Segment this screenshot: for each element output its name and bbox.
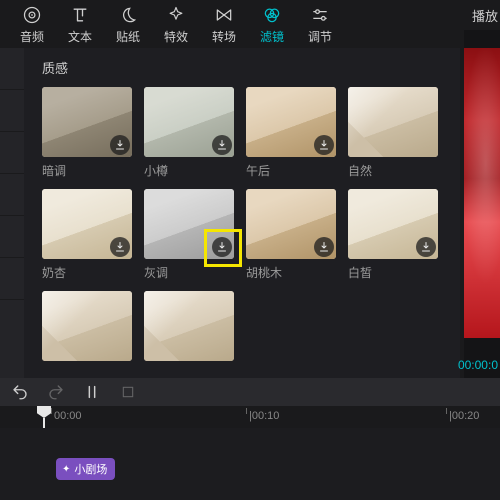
preview-header: 播放 xyxy=(464,0,500,30)
tab-sticker[interactable]: 贴纸 xyxy=(104,4,152,45)
rail-slot[interactable] xyxy=(0,216,24,258)
filter-thumb xyxy=(144,189,234,259)
timeline-ruler[interactable]: 00:00 |00:10 |00:20 xyxy=(0,406,500,428)
filter-thumb xyxy=(42,291,132,361)
category-rail xyxy=(0,48,24,378)
filter-label: 胡桃木 xyxy=(246,264,336,281)
split-button[interactable] xyxy=(82,382,102,402)
crop-button[interactable] xyxy=(118,382,138,402)
tab-label: 音频 xyxy=(20,28,44,45)
redo-button[interactable] xyxy=(46,382,66,402)
filter-rings-icon xyxy=(261,4,283,26)
timeline-toolbar xyxy=(0,378,500,406)
sliders-icon xyxy=(309,4,331,26)
clip-label: 小剧场 xyxy=(74,461,107,477)
download-icon[interactable] xyxy=(416,237,436,257)
download-icon[interactable] xyxy=(212,135,232,155)
filter-label: 午后 xyxy=(246,162,336,179)
filter-thumb xyxy=(348,87,438,157)
filter-item-xiaozun[interactable]: 小樽 xyxy=(144,87,234,179)
ruler-tick: 00:00 xyxy=(54,410,82,422)
section-title: 质感 xyxy=(42,58,448,77)
preview-pane: 播放 00:00:0 xyxy=(464,0,500,378)
filter-item-naixing[interactable]: 奶杏 xyxy=(42,189,132,281)
download-icon[interactable] xyxy=(314,135,334,155)
ruler-tick: |00:20 xyxy=(449,410,479,422)
filter-label: 自然 xyxy=(348,162,438,179)
bowtie-icon xyxy=(213,4,235,26)
moon-icon xyxy=(117,4,139,26)
tab-text[interactable]: 文本 xyxy=(56,4,104,45)
audio-icon xyxy=(21,4,43,26)
sparkle-icon xyxy=(165,4,187,26)
filter-item-baixi[interactable]: 白皙 xyxy=(348,189,438,281)
tab-audio[interactable]: 音频 xyxy=(8,4,56,45)
filter-label: 灰调 xyxy=(144,264,234,281)
preview-time: 00:00:0 xyxy=(458,358,498,372)
download-icon[interactable] xyxy=(212,237,232,257)
filter-thumb xyxy=(246,87,336,157)
tab-transition[interactable]: 转场 xyxy=(200,4,248,45)
sparkle-icon: ✦ xyxy=(62,464,70,475)
tab-label: 贴纸 xyxy=(116,28,140,45)
rail-slot[interactable] xyxy=(0,258,24,300)
timeline-clip[interactable]: ✦ 小剧场 xyxy=(56,458,115,480)
filter-label: 暗调 xyxy=(42,162,132,179)
filter-panel: 质感 暗调 小樽 午后 自然 奶杏 xyxy=(24,48,460,378)
filter-item-wuhou[interactable]: 午后 xyxy=(246,87,336,179)
tab-adjust[interactable]: 调节 xyxy=(296,4,344,45)
rail-slot[interactable] xyxy=(0,132,24,174)
filter-item-ziran[interactable]: 自然 xyxy=(348,87,438,179)
tab-label: 文本 xyxy=(68,28,92,45)
top-tabs: 音频 文本 贴纸 特效 转场 滤镜 调节 xyxy=(0,0,500,53)
undo-button[interactable] xyxy=(10,382,30,402)
filter-label: 白皙 xyxy=(348,264,438,281)
filter-item-dark[interactable]: 暗调 xyxy=(42,87,132,179)
rail-slot[interactable] xyxy=(0,174,24,216)
filter-label: 奶杏 xyxy=(42,264,132,281)
timeline-tracks[interactable]: ✦ 小剧场 xyxy=(0,428,500,500)
download-icon[interactable] xyxy=(110,237,130,257)
preview-video[interactable] xyxy=(464,48,500,338)
tab-label: 滤镜 xyxy=(260,28,284,45)
tab-label: 特效 xyxy=(164,28,188,45)
filter-thumb xyxy=(246,189,336,259)
tab-effect[interactable]: 特效 xyxy=(152,4,200,45)
filter-item-extra[interactable] xyxy=(144,291,234,366)
ruler-tick: |00:10 xyxy=(249,410,279,422)
filter-item-huidiao[interactable]: 灰调 xyxy=(144,189,234,281)
filter-thumb xyxy=(144,291,234,361)
text-icon xyxy=(69,4,91,26)
filter-thumb xyxy=(42,87,132,157)
download-icon[interactable] xyxy=(110,135,130,155)
rail-slot[interactable] xyxy=(0,48,24,90)
filter-grid: 暗调 小樽 午后 自然 奶杏 xyxy=(42,87,448,366)
tab-label: 调节 xyxy=(308,28,332,45)
tab-label: 转场 xyxy=(212,28,236,45)
download-icon[interactable] xyxy=(314,237,334,257)
rail-slot[interactable] xyxy=(0,90,24,132)
filter-label: 小樽 xyxy=(144,162,234,179)
filter-item-hutaomu[interactable]: 胡桃木 xyxy=(246,189,336,281)
filter-thumb xyxy=(42,189,132,259)
tab-filter[interactable]: 滤镜 xyxy=(248,4,296,45)
filter-thumb xyxy=(348,189,438,259)
filter-item-extra[interactable] xyxy=(42,291,132,366)
filter-thumb xyxy=(144,87,234,157)
